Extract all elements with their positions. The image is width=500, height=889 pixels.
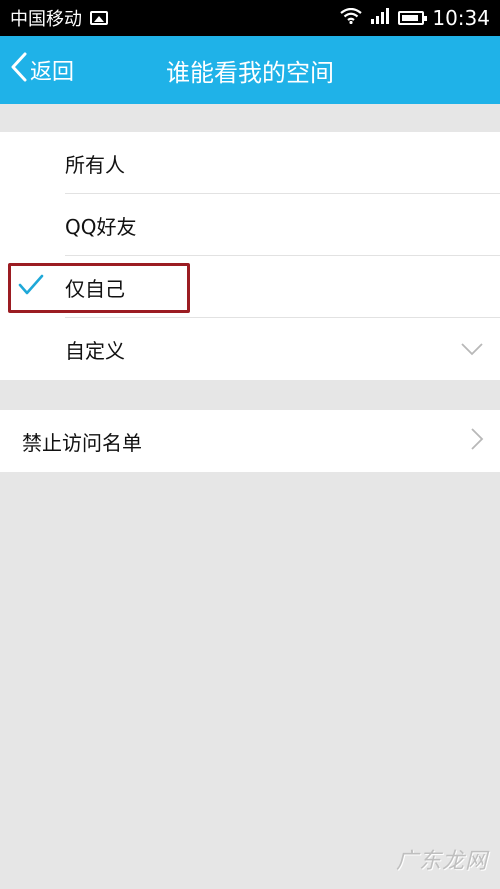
- status-bar: 中国移动 10:34: [0, 0, 500, 36]
- option-label: 自定义: [65, 338, 125, 363]
- back-button[interactable]: 返回: [10, 36, 74, 104]
- image-notification-icon: [90, 11, 108, 25]
- option-qq-friends[interactable]: QQ好友: [0, 194, 500, 256]
- carrier-label: 中国移动: [10, 9, 82, 30]
- chevron-right-icon: [470, 427, 484, 456]
- wifi-icon: [340, 7, 363, 29]
- signal-icon: [370, 7, 390, 29]
- clock: 10:34: [432, 6, 490, 30]
- chevron-left-icon: [10, 51, 28, 89]
- option-label: QQ好友: [65, 214, 137, 239]
- page-title: 谁能看我的空间: [166, 58, 334, 87]
- option-label: 仅自己: [65, 276, 125, 301]
- blacklist-section: 禁止访问名单: [0, 410, 500, 472]
- blacklist-row[interactable]: 禁止访问名单: [0, 410, 500, 472]
- checkmark-icon: [18, 274, 44, 301]
- blacklist-label: 禁止访问名单: [22, 430, 142, 455]
- option-custom[interactable]: 自定义: [0, 318, 500, 380]
- battery-icon: [398, 11, 428, 25]
- watermark: 广东龙网: [395, 849, 488, 874]
- option-label: 所有人: [65, 152, 125, 177]
- visibility-options-list: 所有人 QQ好友 仅自己 自定义: [0, 132, 500, 380]
- chevron-down-icon: [460, 337, 484, 361]
- option-only-me[interactable]: 仅自己: [0, 256, 500, 318]
- nav-bar: 返回 谁能看我的空间: [0, 36, 500, 104]
- option-everyone[interactable]: 所有人: [0, 132, 500, 194]
- back-label: 返回: [30, 60, 75, 85]
